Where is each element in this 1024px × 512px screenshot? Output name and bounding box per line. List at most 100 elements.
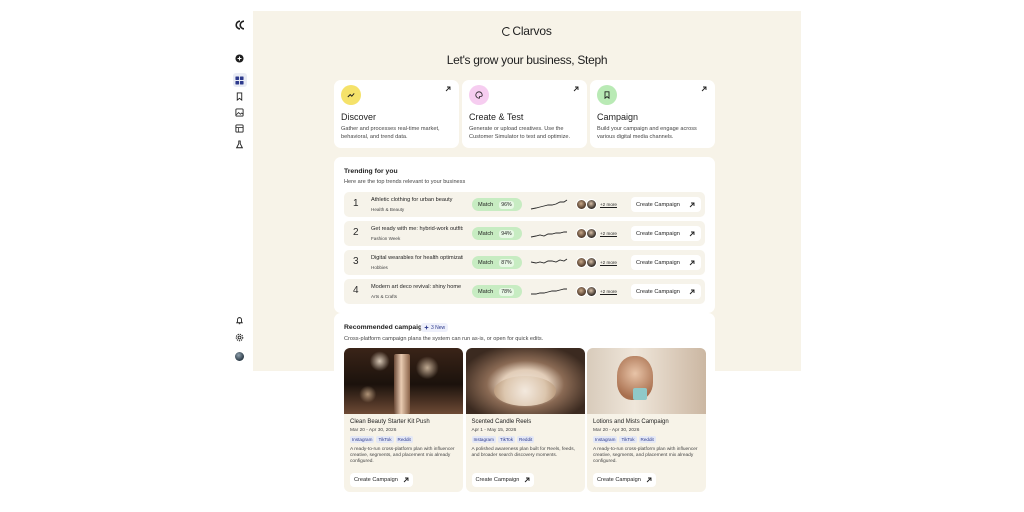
sidebar-item-saved[interactable] xyxy=(233,89,247,103)
trend-row[interactable]: 2 Get ready with me: hybrid-work outfits… xyxy=(344,221,705,246)
sidebar-settings-button[interactable] xyxy=(233,330,247,344)
feature-icon-badge xyxy=(341,85,361,105)
gallery-icon xyxy=(235,123,244,133)
create-campaign-button[interactable]: Create Campaign xyxy=(593,473,656,487)
user-avatar[interactable] xyxy=(235,352,244,361)
arrow-up-right-icon xyxy=(525,477,530,483)
create-campaign-button[interactable]: Create Campaign xyxy=(350,473,413,487)
match-pill: Match 78% xyxy=(472,285,522,298)
campaign-card[interactable]: Scented Candle Reels Apr 1 - May 15, 202… xyxy=(465,348,585,492)
feature-card-create-test[interactable]: Create & Test Generate or upload creativ… xyxy=(462,80,587,148)
trending-subtitle: Here are the top trends relevant to your… xyxy=(344,179,466,185)
new-badge-label: 3 New xyxy=(431,324,446,331)
create-campaign-label: Create Campaign xyxy=(475,477,520,483)
create-campaign-button[interactable]: Create Campaign xyxy=(631,197,701,212)
platform-tag: TikTok xyxy=(497,436,516,443)
match-label: Match xyxy=(478,288,494,295)
feature-icon-badge xyxy=(469,85,489,105)
platform-tag: Reddit xyxy=(395,436,413,443)
campaign-body: Lotions and Mists Campaign Mar 20 - Apr … xyxy=(587,414,706,471)
trend-category: Fashion Week xyxy=(371,236,401,241)
create-campaign-label: Create Campaign xyxy=(636,259,680,266)
sparkline-path xyxy=(530,199,568,210)
bell-icon xyxy=(236,316,243,324)
trend-rank: 1 xyxy=(353,198,359,209)
platform-tag: TikTok xyxy=(619,436,637,443)
feature-card-discover[interactable]: Discover Gather and processes real-time … xyxy=(334,80,459,148)
trend-rank: 2 xyxy=(353,227,359,238)
sidebar-item-dashboard[interactable] xyxy=(232,73,247,87)
more-avatars-link[interactable]: +2 more xyxy=(600,260,617,265)
campaign-card[interactable]: Clean Beauty Starter Kit Push Mar 20 - A… xyxy=(344,348,463,492)
sidebar-item-simulator[interactable] xyxy=(233,137,247,151)
arrow-up-right-icon xyxy=(689,202,695,208)
flask-icon xyxy=(235,139,244,148)
campaign-description: A polished awareness plan built for Reel… xyxy=(471,447,575,459)
arrow-up-right-icon xyxy=(701,86,707,92)
match-pill: Match 94% xyxy=(472,227,522,240)
bookmark-icon xyxy=(604,91,610,99)
feature-title: Campaign xyxy=(597,112,639,122)
platform-tag: Reddit xyxy=(517,436,535,443)
feature-description: Gather and processes real-time market, b… xyxy=(341,126,440,140)
create-campaign-button[interactable]: Create Campaign xyxy=(631,284,701,299)
more-avatars-link[interactable]: +2 more xyxy=(600,202,617,207)
sparkline-path xyxy=(530,258,568,264)
brand-name: Clarvos xyxy=(512,24,552,38)
feature-icon-badge xyxy=(597,85,617,105)
trend-name: Athletic clothing for urban beauty xyxy=(371,197,453,203)
match-percent: 96% xyxy=(499,200,514,209)
gear-icon xyxy=(235,333,244,341)
recommended-subtitle: Cross-platform campaign plans the system… xyxy=(344,336,544,342)
more-avatars-link[interactable]: +2 more xyxy=(600,231,617,236)
trend-category: Hobbies xyxy=(371,265,388,270)
trend-sparkline xyxy=(530,231,567,238)
trend-name: Get ready with me: hybrid-work outfits xyxy=(371,226,463,232)
sparkline-path xyxy=(530,231,567,238)
feature-card-campaign[interactable]: Campaign Build your campaign and engage … xyxy=(590,80,715,148)
platform-tag: Instagram xyxy=(471,436,496,443)
create-campaign-button[interactable]: Create Campaign xyxy=(471,473,535,487)
avatar xyxy=(586,286,597,297)
platform-tag: TikTok xyxy=(376,436,394,443)
create-campaign-label: Create Campaign xyxy=(636,201,680,208)
campaign-date: Mar 20 - Apr 30, 2026 xyxy=(593,428,640,433)
sidebar-notifications-button[interactable] xyxy=(233,313,247,327)
brand-header: Clarvos xyxy=(253,24,801,38)
more-avatars-link[interactable]: +2 more xyxy=(600,289,617,294)
sidebar xyxy=(226,11,253,367)
feature-title: Create & Test xyxy=(469,112,524,122)
trend-row[interactable]: 3 Digital wearables for health optimizat… xyxy=(344,250,705,275)
clarvos-logo-icon[interactable] xyxy=(234,20,246,30)
match-percent: 94% xyxy=(499,229,514,238)
match-pill: Match 87% xyxy=(472,256,522,269)
campaign-card[interactable]: Lotions and Mists Campaign Mar 20 - Apr … xyxy=(587,348,706,492)
bookmark-icon xyxy=(236,91,243,101)
platform-tag: Instagram xyxy=(593,436,618,443)
platform-tag: Reddit xyxy=(638,436,656,443)
perfume-bottle-shape xyxy=(394,354,410,414)
create-campaign-button[interactable]: Create Campaign xyxy=(631,255,701,270)
trending-panel: Trending for you Here are the top trends… xyxy=(334,157,715,313)
main-content: Clarvos Let's grow your business, Steph … xyxy=(253,11,801,371)
create-campaign-label: Create Campaign xyxy=(597,477,641,483)
platform-tag: Instagram xyxy=(350,436,375,443)
trend-row[interactable]: 1 Athletic clothing for urban beauty Hea… xyxy=(344,192,705,217)
palette-icon xyxy=(475,91,483,99)
trend-row[interactable]: 4 Modern art deco revival: shiny home de… xyxy=(344,279,705,304)
feature-description: Generate or upload creatives. Use the Cu… xyxy=(469,126,571,140)
sidebar-item-gallery[interactable] xyxy=(233,121,247,135)
campaign-image xyxy=(465,348,585,414)
avatar xyxy=(586,228,597,239)
campaign-date: Mar 20 - Apr 30, 2026 xyxy=(350,428,397,433)
arrow-up-right-icon xyxy=(573,86,579,92)
avatar xyxy=(586,199,597,210)
sidebar-new-button[interactable] xyxy=(233,51,247,65)
trend-rank: 4 xyxy=(353,285,359,296)
trend-category: Arts & Crafts xyxy=(371,294,398,299)
sidebar-item-creatives[interactable] xyxy=(233,105,247,119)
sparkline-path xyxy=(531,288,567,295)
campaign-description: A ready-to-run cross-platform plan with … xyxy=(350,447,455,465)
create-campaign-button[interactable]: Create Campaign xyxy=(631,226,701,241)
avatar xyxy=(586,257,597,268)
